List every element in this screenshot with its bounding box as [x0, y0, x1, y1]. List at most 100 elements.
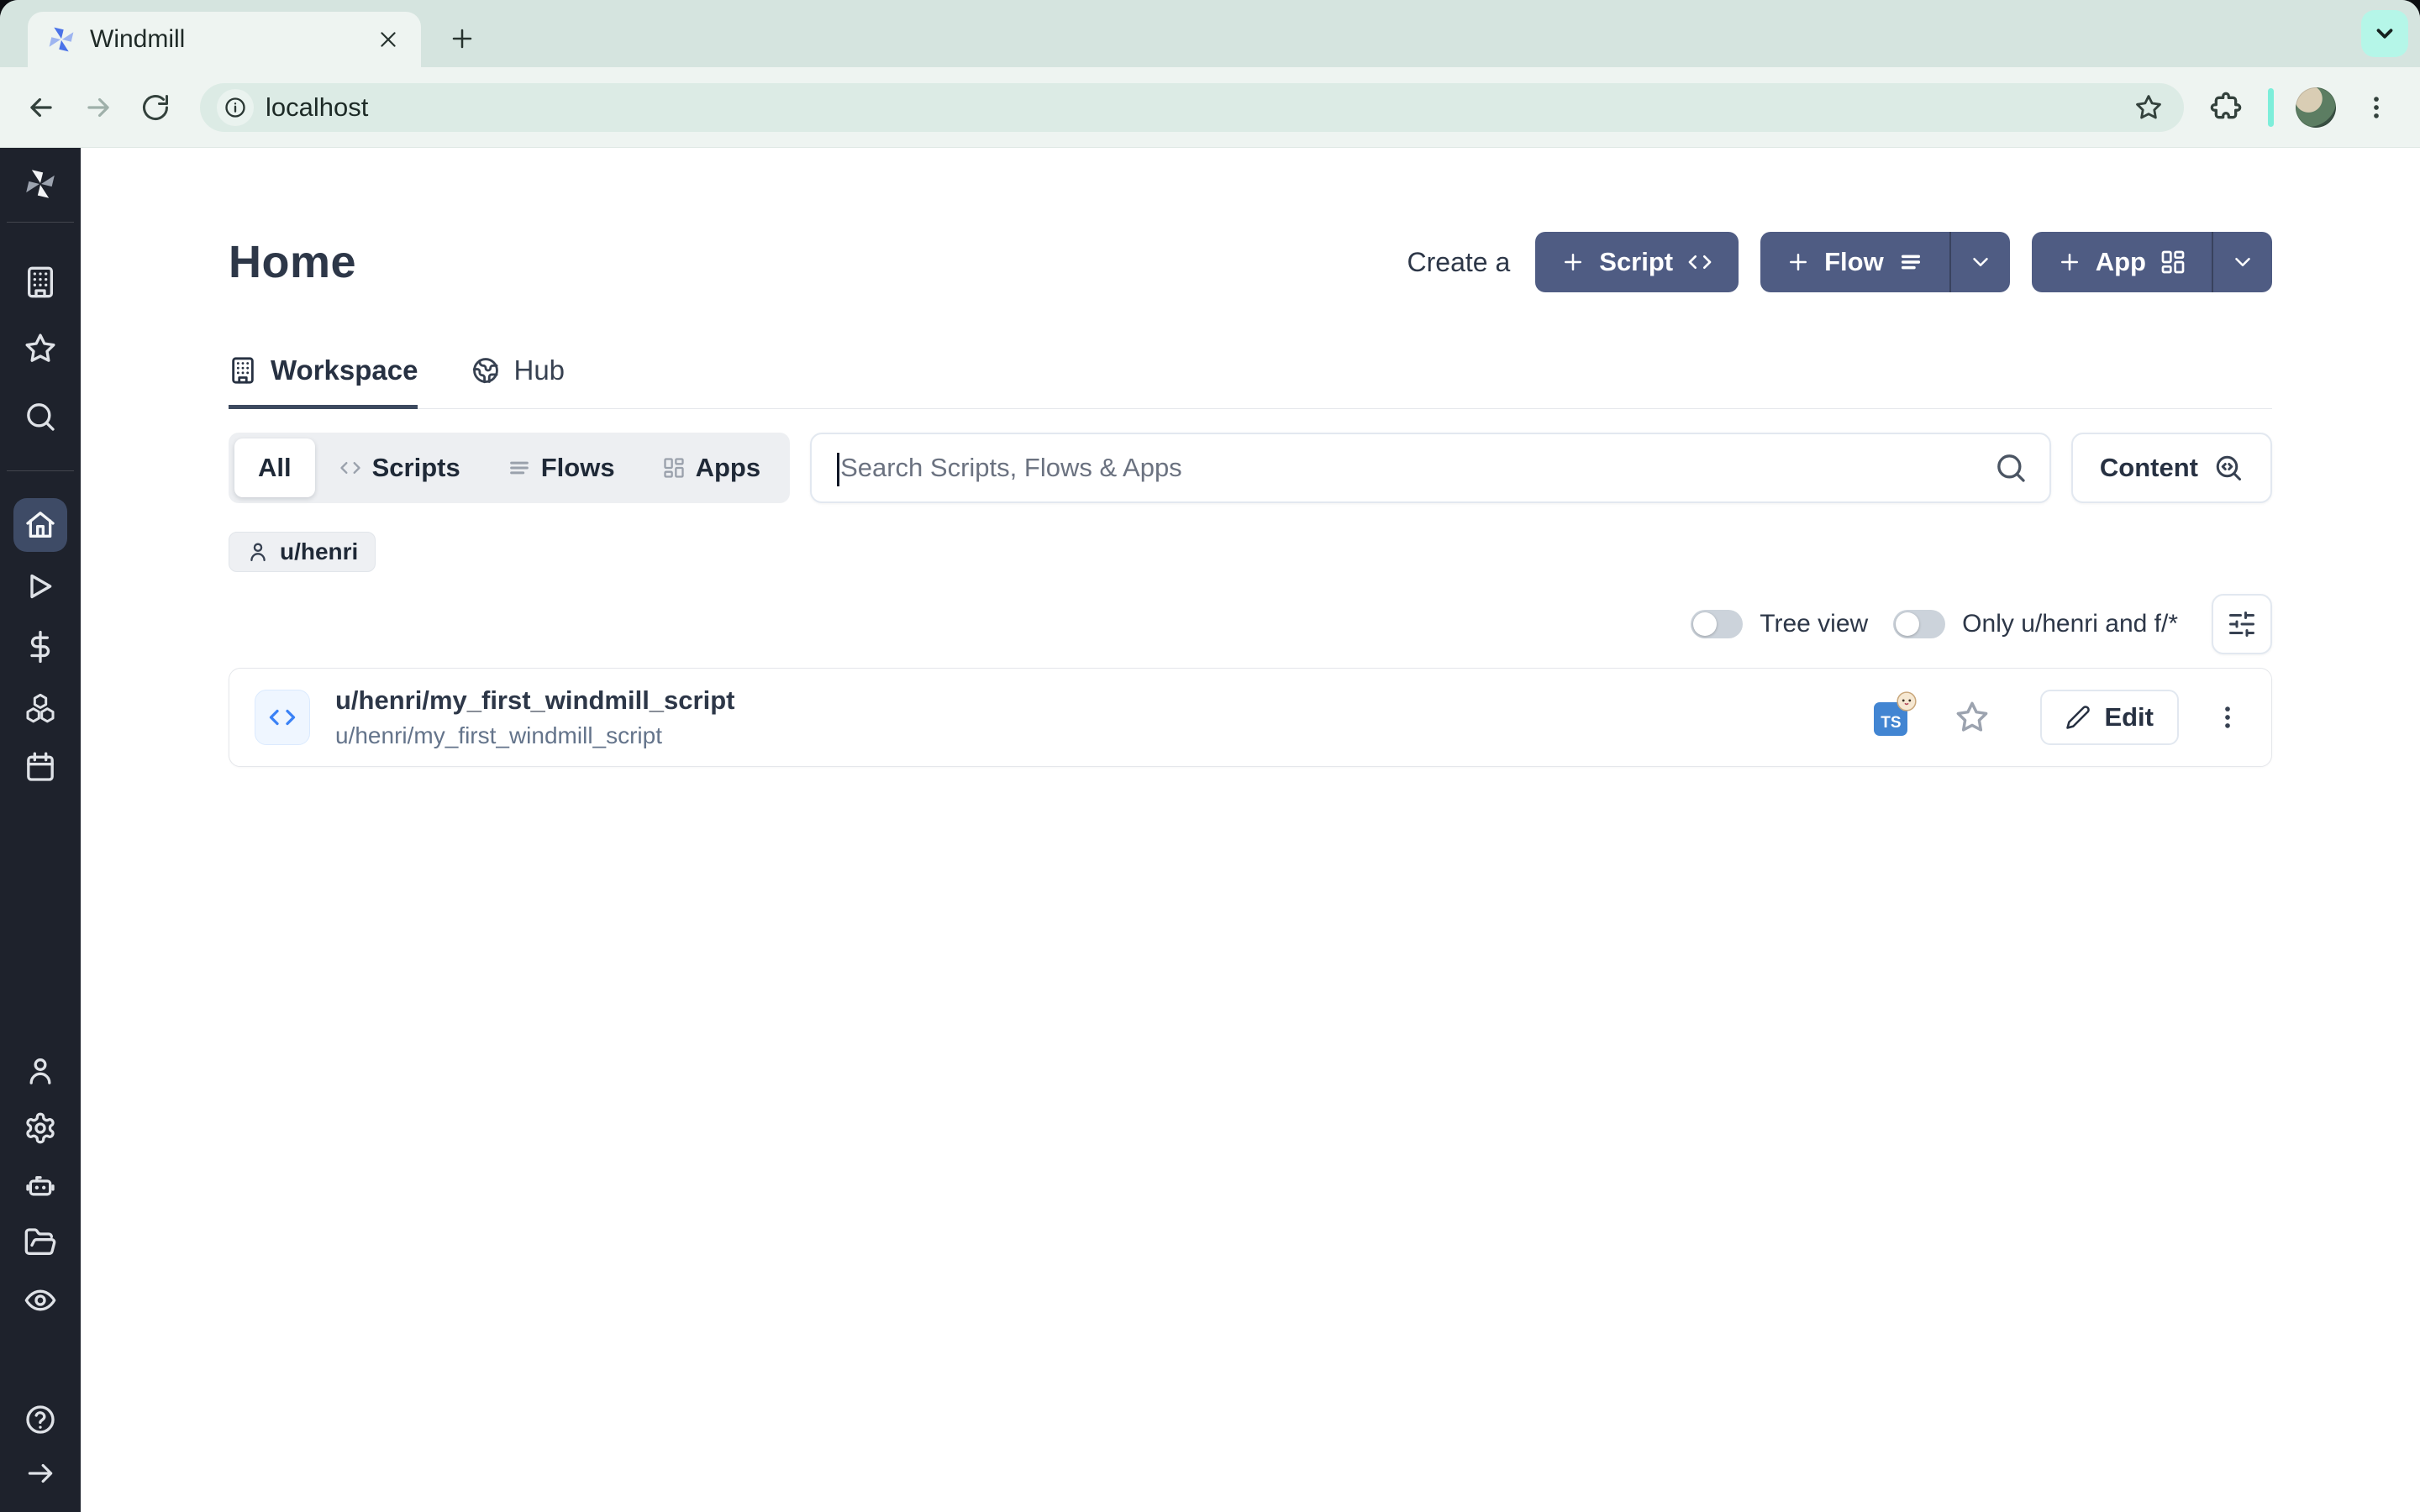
filter-row: All Scripts Flows Apps [229, 433, 2272, 503]
content-search-button[interactable]: Content [2071, 433, 2272, 503]
profile-avatar[interactable] [2296, 87, 2336, 128]
sidebar-item-variables[interactable] [23, 629, 58, 664]
windmill-favicon [46, 24, 76, 55]
language-badge: TS [1874, 699, 1911, 736]
only-owner-toggle[interactable] [1893, 610, 1945, 638]
kind-filter-group: All Scripts Flows Apps [229, 433, 790, 503]
globe-icon [471, 356, 500, 385]
code-icon [1686, 249, 1713, 276]
plus-icon [1560, 249, 1586, 275]
toggle-knob [1896, 612, 1919, 636]
sidebar-item-audit-logs[interactable] [23, 1283, 58, 1318]
app-sidebar [0, 148, 81, 1512]
page-header: Home Create a Script Flow [229, 232, 2272, 292]
pencil-icon [2065, 705, 2091, 730]
owner-badge[interactable]: u/henri [229, 532, 376, 572]
windmill-logo[interactable] [23, 166, 58, 202]
tab-search-chevron-button[interactable] [2361, 10, 2408, 57]
sidebar-item-home[interactable] [13, 498, 67, 552]
view-options-row: Tree view Only u/henri and f/* [229, 594, 2272, 654]
create-app-button[interactable]: App [2032, 232, 2212, 292]
filter-flows-label: Flows [541, 453, 615, 483]
sidebar-item-workspaces[interactable] [23, 265, 58, 300]
chevron-down-icon [2230, 249, 2255, 275]
extensions-icon[interactable] [2206, 87, 2246, 128]
reload-button[interactable] [133, 85, 178, 130]
tab-title: Windmill [90, 25, 360, 54]
sidebar-divider [7, 470, 74, 471]
create-app-split: App [2032, 232, 2272, 292]
tab-hub[interactable]: Hub [471, 354, 565, 409]
search-code-icon [2213, 453, 2244, 483]
browser-menu-icon[interactable] [2358, 89, 2395, 126]
sidebar-item-settings[interactable] [23, 1110, 58, 1146]
page-title: Home [229, 236, 356, 288]
sidebar-item-search[interactable] [23, 399, 58, 434]
browser-window: Windmill localhost [0, 0, 2420, 1512]
filter-scripts-label: Scripts [372, 453, 460, 483]
owner-filter-row: u/henri [229, 532, 2272, 572]
create-flow-dropdown[interactable] [1949, 232, 2010, 292]
search-icon[interactable] [1994, 451, 2028, 485]
browser-toolbar: localhost [0, 67, 2420, 148]
create-cluster: Create a Script Flow [1407, 232, 2272, 292]
tab-close-icon[interactable] [374, 25, 402, 54]
sidebar-item-resources[interactable] [23, 690, 58, 726]
home-page: Home Create a Script Flow [81, 148, 2420, 1512]
plus-icon [2057, 249, 2082, 275]
favorite-star-icon[interactable] [1954, 700, 1990, 735]
create-app-dropdown[interactable] [2212, 232, 2272, 292]
item-menu-icon[interactable] [2209, 699, 2246, 736]
new-tab-button[interactable] [439, 15, 486, 62]
sidebar-item-favorites[interactable] [23, 331, 58, 366]
sidebar-item-schedules[interactable] [23, 749, 58, 785]
windmill-app: Home Create a Script Flow [0, 148, 2420, 1512]
create-flow-split: Flow [1760, 232, 2010, 292]
create-script-label: Script [1599, 247, 1673, 277]
sidebar-item-folders[interactable] [23, 1225, 58, 1260]
workspace-hub-tabs: Workspace Hub [229, 354, 2272, 409]
content-button-label: Content [2100, 453, 2198, 483]
script-kind-icon [255, 690, 310, 745]
flow-list-icon [1897, 249, 1924, 276]
tab-workspace[interactable]: Workspace [229, 354, 418, 409]
address-bar[interactable]: localhost [200, 83, 2184, 132]
item-path: u/henri/my_first_windmill_script [335, 722, 1874, 749]
edit-button[interactable]: Edit [2040, 690, 2179, 745]
search-box [810, 433, 2051, 503]
tree-view-label: Tree view [1760, 610, 1868, 638]
sidebar-item-workers[interactable] [23, 1168, 58, 1203]
filter-apps-label: Apps [696, 453, 761, 483]
bookmark-star-icon[interactable] [2130, 89, 2167, 126]
search-input[interactable] [812, 453, 1994, 483]
url-text[interactable]: localhost [266, 92, 2118, 123]
filter-all[interactable]: All [234, 438, 315, 497]
plus-icon [1786, 249, 1811, 275]
sidebar-item-account[interactable] [23, 1053, 58, 1089]
create-flow-label: Flow [1824, 247, 1884, 277]
back-button[interactable] [18, 85, 64, 130]
filter-flows[interactable]: Flows [484, 438, 639, 497]
create-flow-button[interactable]: Flow [1760, 232, 1949, 292]
toolbar-right-cluster [2206, 87, 2402, 128]
filter-all-label: All [258, 453, 292, 483]
flow-list-icon [508, 456, 531, 480]
filter-apps[interactable]: Apps [639, 438, 785, 497]
user-icon [246, 540, 270, 564]
browser-tab[interactable]: Windmill [28, 12, 421, 67]
sidebar-item-help[interactable] [23, 1402, 58, 1437]
create-script-button[interactable]: Script [1535, 232, 1739, 292]
create-script-split: Script [1535, 232, 1739, 292]
sidebar-expand-icon[interactable] [23, 1456, 58, 1491]
filter-scripts[interactable]: Scripts [315, 438, 484, 497]
tree-view-toggle[interactable] [1691, 610, 1743, 638]
sidebar-item-runs[interactable] [23, 569, 58, 604]
display-settings-button[interactable] [2212, 594, 2272, 654]
item-title[interactable]: u/henri/my_first_windmill_script [335, 685, 1874, 716]
chevron-down-icon [1968, 249, 1993, 275]
forward-button[interactable] [76, 85, 121, 130]
site-info-icon[interactable] [217, 89, 254, 126]
create-prefix-label: Create a [1407, 247, 1511, 278]
owner-badge-label: u/henri [280, 538, 358, 565]
script-list-item[interactable]: u/henri/my_first_windmill_script u/henri… [229, 668, 2272, 767]
